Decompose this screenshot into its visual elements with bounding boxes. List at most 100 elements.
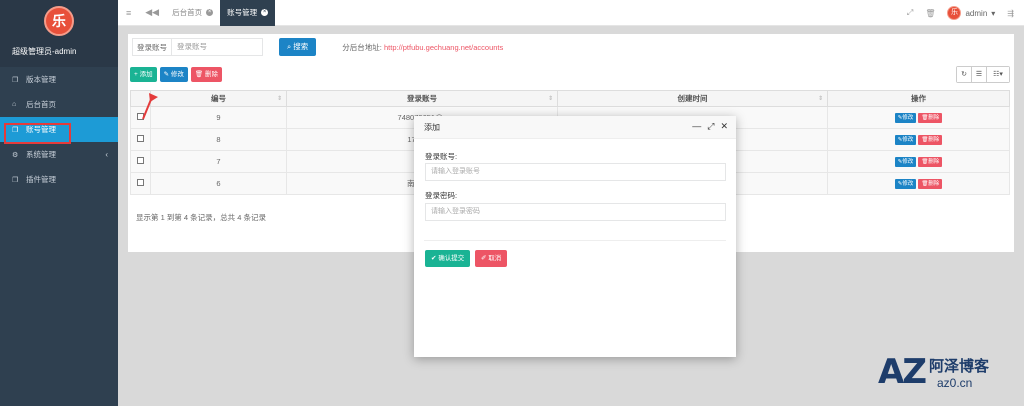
cell-id: 9 bbox=[150, 106, 287, 129]
row-delete-label: 删除 bbox=[928, 137, 940, 143]
address-label: 分后台地址: bbox=[342, 42, 382, 52]
highlight-annotation bbox=[4, 123, 71, 144]
delete-button[interactable]: 🗑 删除 bbox=[190, 67, 222, 82]
cancel-button-label: 取消 bbox=[488, 255, 502, 262]
tab-accounts[interactable]: 账号管理 × bbox=[220, 0, 276, 26]
row-delete-button[interactable]: 🗑删除 bbox=[918, 135, 943, 145]
menu-toggle-icon[interactable]: ≡ bbox=[126, 8, 131, 18]
tab-home[interactable]: 后台首页 × bbox=[165, 0, 220, 26]
row-edit-label: 修改 bbox=[902, 159, 914, 165]
modal-header: 添加 — ⤢ ✕ bbox=[414, 116, 736, 139]
cell-id: 6 bbox=[150, 172, 287, 195]
row-edit-button[interactable]: ✎修改 bbox=[894, 157, 917, 167]
edit-button-label: 修改 bbox=[170, 71, 184, 78]
copy-icon: ❐ bbox=[12, 176, 19, 184]
topbar: ≡ ◀◀ 后台首页 × 账号管理 × ⤢ 🗑 乐 admin ▾ ⇶ bbox=[118, 0, 1024, 26]
search-row: 登录账号 登录账号 ⌕ 搜索 分后台地址: http://ptfubu.gech… bbox=[132, 38, 503, 56]
row-delete-label: 删除 bbox=[928, 181, 940, 187]
row-edit-label: 修改 bbox=[902, 137, 914, 143]
column-label: 创建时间 bbox=[677, 94, 708, 103]
search-input[interactable]: 登录账号 bbox=[171, 38, 263, 56]
sidebar-item-home[interactable]: ⌂ 后台首页 bbox=[0, 92, 118, 117]
table-tools: ↻ ☰ ☷▾ bbox=[956, 66, 1010, 83]
row-edit-button[interactable]: ✎修改 bbox=[894, 113, 917, 123]
list-view-icon[interactable]: ☰ bbox=[972, 67, 987, 82]
cell-id: 8 bbox=[150, 128, 287, 151]
search-button[interactable]: ⌕ 搜索 bbox=[279, 38, 317, 56]
user-name: 超级管理员-admin bbox=[12, 47, 77, 56]
row-edit-button[interactable]: ✎修改 bbox=[894, 179, 917, 189]
column-label: 操作 bbox=[911, 94, 926, 103]
trash-icon[interactable]: 🗑 bbox=[925, 9, 935, 18]
row-checkbox[interactable] bbox=[137, 135, 144, 142]
modal-title: 添加 bbox=[424, 122, 440, 132]
copy-icon: ❐ bbox=[12, 76, 19, 84]
watermark-url: az0.cn bbox=[936, 375, 973, 390]
add-button-label: 添加 bbox=[139, 71, 153, 78]
submit-button[interactable]: ✔ 确认提交 bbox=[425, 250, 471, 267]
fullscreen-icon[interactable]: ⤢ bbox=[907, 8, 913, 18]
minimize-icon[interactable]: — bbox=[692, 121, 701, 132]
row-delete-button[interactable]: 🗑删除 bbox=[918, 179, 943, 189]
add-button[interactable]: + 添加 bbox=[130, 67, 157, 82]
table-toolbar: + 添加 ✎ 修改 🗑 删除 bbox=[130, 67, 222, 82]
sidebar-item-label: 版本管理 bbox=[26, 75, 56, 84]
search-button-label: 搜索 bbox=[293, 42, 309, 51]
column-header-created[interactable]: 创建时间 ⇕ bbox=[557, 90, 828, 107]
watermark-logo: AZ bbox=[878, 352, 927, 392]
sidebar-item-system[interactable]: ⚙ 系统管理 ‹ bbox=[0, 142, 118, 167]
submit-button-label: 确认提交 bbox=[438, 255, 465, 262]
tab-scroll-left-icon[interactable]: ◀◀ bbox=[145, 7, 159, 18]
close-icon[interactable]: × bbox=[206, 9, 214, 16]
search-label: 登录账号 bbox=[132, 38, 171, 56]
account-input[interactable]: 请输入登录账号 bbox=[425, 163, 726, 181]
delete-button-label: 删除 bbox=[204, 71, 218, 78]
sidebar: 乐 超级管理员-admin ❐ 版本管理 ⌂ 后台首页 ❐ 账号管理 ⚙ 系统管… bbox=[0, 0, 118, 406]
caret-down-icon: ▾ bbox=[991, 8, 996, 18]
row-delete-label: 删除 bbox=[928, 159, 940, 165]
sidebar-item-label: 后台首页 bbox=[26, 100, 56, 109]
home-icon: ⌂ bbox=[12, 101, 17, 108]
columns-icon[interactable]: ☷▾ bbox=[987, 67, 1009, 82]
column-label: 登录账号 bbox=[407, 94, 437, 103]
sort-icon: ⇕ bbox=[276, 96, 282, 102]
topbar-right: ⤢ 🗑 乐 admin ▾ ⇶ bbox=[907, 0, 1014, 26]
row-delete-button[interactable]: 🗑删除 bbox=[918, 157, 943, 167]
row-checkbox[interactable] bbox=[137, 179, 144, 186]
close-icon[interactable]: ✕ bbox=[720, 121, 728, 132]
user-menu[interactable]: 乐 admin ▾ bbox=[947, 6, 995, 20]
cancel-button[interactable]: ✐ 取消 bbox=[475, 250, 508, 267]
row-delete-label: 删除 bbox=[928, 115, 940, 121]
cell-id: 7 bbox=[150, 150, 287, 173]
row-checkbox[interactable] bbox=[137, 157, 144, 164]
user-menu-label: admin bbox=[965, 8, 988, 18]
search-icon: ⌕ bbox=[287, 42, 292, 51]
tab-label: 后台首页 bbox=[172, 8, 203, 17]
avatar: 乐 bbox=[947, 6, 962, 20]
row-edit-label: 修改 bbox=[902, 181, 914, 187]
sidebar-item-version[interactable]: ❐ 版本管理 bbox=[0, 67, 118, 92]
column-header-actions: 操作 bbox=[827, 90, 1010, 107]
close-icon[interactable]: × bbox=[261, 9, 269, 16]
refresh-icon[interactable]: ↻ bbox=[957, 67, 972, 82]
watermark-text: 阿泽博客 az0.cn bbox=[929, 355, 989, 390]
tab-menu-icon[interactable]: ⇶ bbox=[1007, 9, 1014, 18]
address-link[interactable]: http://ptfubu.gechuang.net/accounts bbox=[384, 43, 503, 52]
maximize-icon[interactable]: ⤢ bbox=[707, 121, 714, 132]
password-input[interactable]: 请输入登录密码 bbox=[425, 203, 726, 221]
watermark: AZ 阿泽博客 az0.cn bbox=[878, 352, 989, 392]
column-header-id[interactable]: 编号 ⇕ bbox=[150, 90, 287, 107]
sidebar-item-plugins[interactable]: ❐ 插件管理 bbox=[0, 167, 118, 192]
sidebar-item-label: 插件管理 bbox=[26, 175, 56, 184]
address-info: 分后台地址: http://ptfubu.gechuang.net/accoun… bbox=[342, 42, 503, 53]
row-edit-button[interactable]: ✎修改 bbox=[894, 135, 917, 145]
chevron-left-icon: ‹ bbox=[105, 150, 108, 159]
tab-label: 账号管理 bbox=[227, 8, 258, 17]
modal-controls: — ⤢ ✕ bbox=[692, 121, 728, 132]
row-delete-button[interactable]: 🗑删除 bbox=[918, 113, 943, 123]
password-field-label: 登录密码: bbox=[425, 191, 458, 200]
sort-icon: ⇕ bbox=[817, 96, 823, 102]
column-header-account[interactable]: 登录账号 ⇕ bbox=[286, 90, 558, 107]
edit-button[interactable]: ✎ 修改 bbox=[159, 67, 188, 82]
gears-icon: ⚙ bbox=[12, 151, 19, 159]
